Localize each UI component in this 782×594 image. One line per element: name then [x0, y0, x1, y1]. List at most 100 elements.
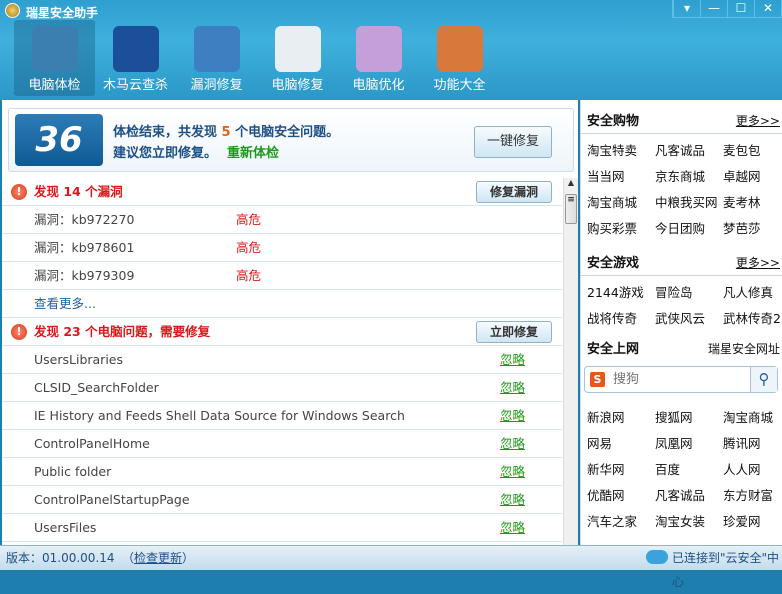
toolbar-monitor-wand[interactable]: 电脑优化	[338, 20, 419, 96]
window-title: 瑞星安全助手	[26, 6, 99, 20]
games-link[interactable]: 武林传奇2	[723, 306, 782, 332]
shopping-link[interactable]: 麦包包	[723, 138, 782, 164]
toolbar-disc-box[interactable]: 功能大全	[419, 20, 500, 96]
window-controls: ▾ — ☐ ✕	[672, 0, 782, 18]
search-icon[interactable]: ⚲	[750, 367, 777, 392]
section-title: 发现 23 个电脑问题，需要修复	[34, 324, 211, 339]
search-box: S⚲	[584, 366, 778, 393]
warning-icon: !	[11, 324, 27, 340]
section-header: ! 发现 14 个漏洞 修复漏洞	[2, 178, 562, 206]
web-link[interactable]: 凡客诚品	[655, 483, 723, 509]
ignore-link[interactable]: 忽略	[500, 374, 525, 402]
maximize-button[interactable]: ☐	[727, 0, 754, 17]
issue-list: ! 发现 14 个漏洞 修复漏洞 漏洞：kb972270 高危 漏洞：kb978601 高危…	[2, 178, 562, 542]
scroll-up-icon[interactable]: ▲	[564, 178, 578, 192]
games-link[interactable]: 战将传奇	[587, 306, 655, 332]
shopping-link[interactable]: 淘宝商城	[587, 190, 655, 216]
web-link[interactable]: 新浪网	[587, 405, 655, 431]
shopping-link[interactable]: 当当网	[587, 164, 655, 190]
toolbar-checklist[interactable]: 电脑修复	[257, 20, 338, 96]
safe-url-link[interactable]: 瑞星安全网址	[708, 340, 780, 357]
games-link[interactable]: 武侠风云	[655, 306, 723, 332]
toolbar-monitor-pulse[interactable]: 电脑体检	[14, 20, 95, 96]
monitor-pulse-icon	[31, 26, 78, 72]
advice-text: 建议您立即修复。	[113, 146, 218, 161]
ignore-link[interactable]: 忽略	[500, 514, 525, 542]
section-action-button[interactable]: 立即修复	[476, 321, 552, 343]
ignore-link[interactable]: 忽略	[500, 402, 525, 430]
games-link[interactable]: 冒险岛	[655, 280, 723, 306]
games-links: 2144游戏 冒险岛 凡人修真战将传奇 武侠风云 武林传奇2	[581, 276, 782, 332]
shopping-link[interactable]: 麦考林	[723, 190, 782, 216]
shopping-link[interactable]: 今日团购	[655, 216, 723, 242]
advice: 建议您立即修复。 重新体检	[113, 142, 279, 161]
search-input[interactable]	[613, 371, 743, 386]
web-link[interactable]: 淘宝商城	[723, 405, 782, 431]
problem-row: UsersLibraries 忽略	[2, 346, 562, 374]
vuln-row[interactable]: 漏洞：kb972270 高危	[2, 206, 562, 234]
web-link[interactable]: 汽车之家	[587, 509, 655, 535]
shopping-links: 淘宝特卖 凡客诚品 麦包包当当网 京东商城 卓越网淘宝商城 中粮我买网 麦考林购买彩票 今日团…	[581, 134, 782, 242]
vuln-row[interactable]: 漏洞：kb978601 高危	[2, 234, 562, 262]
warning-icon: !	[11, 184, 27, 200]
shopping-link[interactable]: 淘宝特卖	[587, 138, 655, 164]
close-button[interactable]: ✕	[754, 0, 781, 17]
checklist-icon	[274, 26, 321, 72]
ignore-link[interactable]: 忽略	[500, 430, 525, 458]
section-action-button[interactable]: 修复漏洞	[476, 181, 552, 203]
header: 瑞星安全助手 ▾ — ☐ ✕ 电脑体检 木马云查杀 漏洞修复 电脑修复 电脑优化 功能大全	[0, 0, 782, 100]
version: 版本：01.00.00.14	[6, 551, 115, 565]
problem-row: Public folder 忽略	[2, 458, 562, 486]
web-link[interactable]: 珍爱网	[723, 509, 782, 535]
app-logo-icon	[5, 3, 20, 18]
shopping-link[interactable]: 凡客诚品	[655, 138, 723, 164]
problem-row: UsersFiles 忽略	[2, 514, 562, 542]
shopping-more-link[interactable]: 更多>>	[736, 112, 780, 129]
shopping-link[interactable]: 购买彩票	[587, 216, 655, 242]
games-more-link[interactable]: 更多>>	[736, 254, 780, 271]
cloud-icon	[646, 550, 668, 564]
sogou-icon: S	[590, 372, 605, 387]
toolbar-shield[interactable]: 木马云查杀	[95, 20, 176, 96]
check-update-link[interactable]: 检查更新	[134, 551, 182, 565]
toolbar-label: 木马云查杀	[102, 78, 168, 93]
toolbar-label: 电脑优化	[352, 78, 405, 93]
rescan-link[interactable]: 重新体检	[227, 146, 279, 161]
web-link[interactable]: 搜狐网	[655, 405, 723, 431]
main-toolbar: 电脑体检 木马云查杀 漏洞修复 电脑修复 电脑优化 功能大全	[14, 20, 500, 96]
shopping-link[interactable]: 卓越网	[723, 164, 782, 190]
scroll-thumb[interactable]: ≡	[565, 194, 577, 224]
scrollbar[interactable]: ▲ ≡	[563, 178, 578, 545]
shopping-link[interactable]: 梦芭莎	[723, 216, 782, 242]
status-bar: 版本：01.00.00.14 （检查更新） 已连接到"云安全"中心	[0, 545, 782, 589]
shopping-link[interactable]: 京东商城	[655, 164, 723, 190]
minimize-button[interactable]: —	[700, 0, 727, 17]
vuln-row[interactable]: 漏洞：kb979309 高危	[2, 262, 562, 290]
games-link[interactable]: 凡人修真	[723, 280, 782, 306]
problem-row: CLSID_SearchFolder 忽略	[2, 374, 562, 402]
view-more-link[interactable]: 查看更多...	[34, 290, 96, 318]
result-message: 体检结束，共发现 5 个电脑安全问题。	[113, 121, 339, 140]
web-link[interactable]: 淘宝女装	[655, 509, 723, 535]
games-link[interactable]: 2144游戏	[587, 280, 655, 306]
shopping-link[interactable]: 中粮我买网	[655, 190, 723, 216]
web-link[interactable]: 腾讯网	[723, 431, 782, 457]
web-link[interactable]: 优酷网	[587, 483, 655, 509]
ignore-link[interactable]: 忽略	[500, 346, 525, 374]
web-link[interactable]: 百度	[655, 457, 723, 483]
web-link[interactable]: 凤凰网	[655, 431, 723, 457]
result-text: 体检结束，共发现	[113, 125, 222, 140]
shield-icon	[112, 26, 159, 72]
fix-all-button[interactable]: 一键修复	[474, 126, 552, 158]
disc-box-icon	[436, 26, 483, 72]
toolbar-windows-refresh[interactable]: 漏洞修复	[176, 20, 257, 96]
ignore-link[interactable]: 忽略	[500, 486, 525, 514]
ignore-link[interactable]: 忽略	[500, 458, 525, 486]
web-link[interactable]: 人人网	[723, 457, 782, 483]
web-link[interactable]: 新华网	[587, 457, 655, 483]
vuln-name: 漏洞：kb979309	[34, 268, 135, 283]
menu-button[interactable]: ▾	[673, 0, 700, 17]
web-link[interactable]: 东方财富	[723, 483, 782, 509]
vuln-name: 漏洞：kb978601	[34, 240, 135, 255]
web-link[interactable]: 网易	[587, 431, 655, 457]
